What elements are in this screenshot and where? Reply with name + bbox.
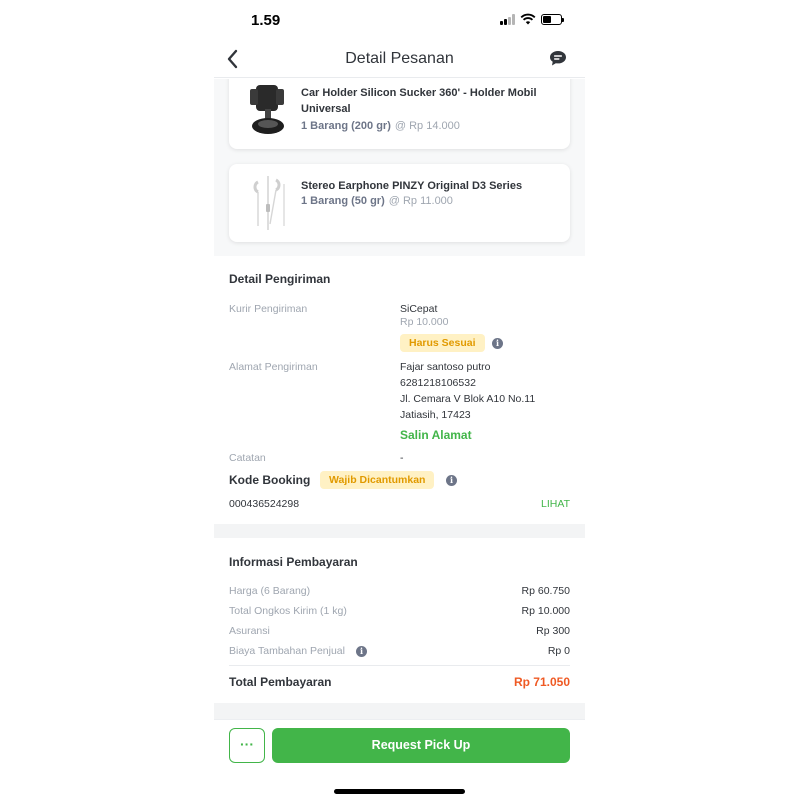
payment-row-value: Rp 60.750: [521, 585, 570, 597]
app-header: Detail Pesanan: [214, 40, 585, 78]
payment-row-value: Rp 0: [547, 645, 570, 657]
booking-label: Kode Booking: [229, 473, 311, 487]
shipping-section: Detail Pengiriman Kurir Pengiriman SiCep…: [214, 256, 585, 524]
wifi-icon: [520, 13, 536, 25]
courier-label: Kurir Pengiriman: [229, 303, 308, 315]
product-qty: 1 Barang (200 gr) @ Rp 14.000: [301, 120, 460, 132]
booking-badge: Wajib Dicantumkan: [320, 471, 435, 489]
product-list: Car Holder Silicon Sucker 360' - Holder …: [214, 79, 585, 256]
product-name: Car Holder Silicon Sucker 360' - Holder …: [301, 87, 537, 115]
info-icon[interactable]: i: [492, 338, 503, 349]
payment-title: Informasi Pembayaran: [229, 555, 358, 569]
divider: [229, 665, 570, 666]
booking-view-link[interactable]: LIHAT: [541, 498, 570, 510]
payment-row-label: Asuransi: [229, 625, 270, 637]
address-city: Jatiasih, 17423: [400, 409, 471, 421]
note-label: Catatan: [229, 452, 266, 464]
product-qty-text: 1 Barang (50 gr): [301, 195, 385, 207]
payment-row-value: Rp 300: [536, 625, 570, 637]
status-time: 1.59: [251, 12, 281, 29]
payment-row-label: Total Ongkos Kirim (1 kg): [229, 605, 347, 617]
courier-cost: Rp 10.000: [400, 316, 449, 328]
info-icon[interactable]: i: [356, 646, 367, 657]
shipping-title: Detail Pengiriman: [229, 272, 331, 286]
request-pickup-button[interactable]: Request Pick Up: [272, 728, 570, 763]
home-indicator[interactable]: [334, 789, 465, 794]
phone-screen: 1.59 Detail Pesanan Car Holder Silicon S…: [214, 0, 585, 800]
product-card[interactable]: Stereo Earphone PINZY Original D3 Series…: [229, 164, 570, 242]
total-value: Rp 71.050: [513, 675, 570, 689]
product-price: @ Rp 14.000: [394, 120, 460, 132]
address-name: Fajar santoso putro: [400, 361, 491, 373]
earphone-image: [253, 176, 285, 230]
car-holder-image: [250, 85, 284, 134]
courier-badge: Harus Sesuai: [400, 334, 485, 352]
order-detail-scroll[interactable]: Car Holder Silicon Sucker 360' - Holder …: [214, 79, 585, 719]
payment-row-label: Harga (6 Barang): [229, 585, 311, 597]
more-options-button[interactable]: ···: [229, 728, 265, 763]
product-card[interactable]: Car Holder Silicon Sucker 360' - Holder …: [229, 79, 570, 149]
product-name: Stereo Earphone PINZY Original D3 Series: [301, 180, 523, 192]
address-street: Jl. Cemara V Blok A10 No.11: [400, 393, 536, 405]
total-label: Total Pembayaran: [229, 675, 332, 689]
chat-bubble-icon[interactable]: [549, 50, 567, 67]
status-bar: 1.59: [214, 0, 585, 40]
payment-row-value: Rp 10.000: [521, 605, 570, 617]
address-phone: 6281218106532: [400, 377, 476, 389]
address-label: Alamat Pengiriman: [229, 361, 318, 373]
note-value: -: [400, 452, 404, 464]
product-qty: 1 Barang (50 gr) @ Rp 11.000: [301, 195, 453, 207]
copy-address-link[interactable]: Salin Alamat: [400, 428, 472, 442]
bottom-action-bar: ··· Request Pick Up: [214, 719, 585, 800]
product-price: @ Rp 11.000: [388, 195, 453, 207]
payment-row-label: Biaya Tambahan Penjual: [229, 645, 345, 657]
page-title: Detail Pesanan: [345, 50, 454, 67]
product-qty-text: 1 Barang (200 gr): [301, 120, 391, 132]
battery-icon: [541, 14, 564, 25]
payment-section: Informasi Pembayaran Harga (6 Barang) Rp…: [214, 538, 585, 703]
booking-code: 000436524298: [229, 498, 300, 510]
signal-icon: [500, 14, 516, 25]
info-icon[interactable]: i: [446, 475, 457, 486]
